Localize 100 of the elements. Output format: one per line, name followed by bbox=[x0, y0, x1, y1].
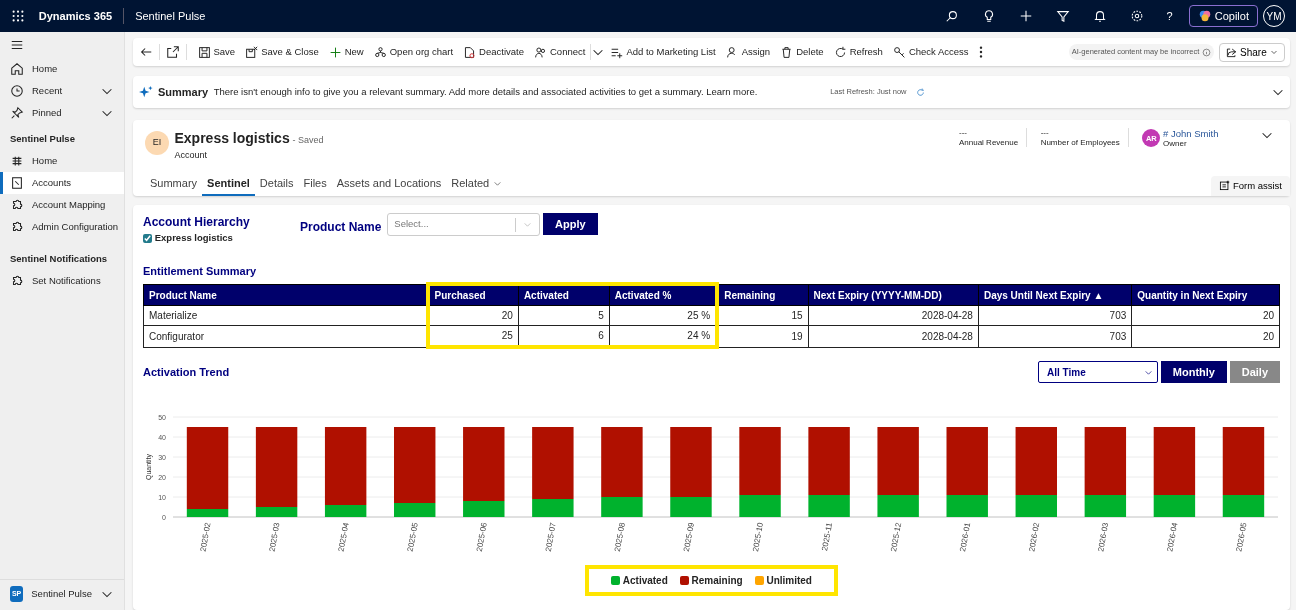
puzzle-icon bbox=[10, 198, 24, 212]
tick-label: 2026-03 bbox=[1096, 522, 1111, 553]
tick-label: 2025-05 bbox=[405, 522, 420, 553]
tab[interactable]: Files bbox=[298, 172, 332, 196]
select-placeholder: Select... bbox=[394, 217, 430, 232]
area-name: Sentinel Pulse bbox=[31, 586, 92, 601]
tick-label: 2025-08 bbox=[612, 522, 627, 553]
nav-item[interactable]: Home bbox=[0, 57, 124, 80]
tick-label: 2025-03 bbox=[267, 522, 282, 553]
plus-icon bbox=[328, 45, 342, 59]
column-header: Quantity in Next Expiry bbox=[1131, 284, 1280, 306]
command-button[interactable]: Connect bbox=[529, 44, 591, 60]
record-avatar: EI bbox=[145, 131, 169, 155]
field-value: --- bbox=[959, 128, 968, 138]
tick-label: 2026-02 bbox=[1027, 522, 1042, 553]
owner-link[interactable]: # John Smith bbox=[1163, 128, 1219, 140]
record-name: Express logistics bbox=[174, 129, 290, 148]
command-button[interactable]: Add to Marketing List bbox=[605, 44, 721, 60]
column-header: Next Expiry (YYYY-MM-DD) bbox=[808, 284, 979, 306]
help-button[interactable]: ? bbox=[1166, 7, 1173, 25]
plus-icon[interactable] bbox=[1018, 9, 1033, 23]
nav-item[interactable]: Set Notifications bbox=[0, 270, 124, 293]
save-close-icon bbox=[245, 45, 259, 59]
tab[interactable]: Related bbox=[446, 172, 508, 196]
refresh-icon bbox=[833, 45, 847, 59]
table-cell: 703 bbox=[978, 305, 1132, 326]
form-icon bbox=[1219, 180, 1231, 192]
tick-label: 2025-06 bbox=[474, 522, 489, 553]
tab[interactable]: Details bbox=[254, 172, 299, 196]
tick-label: 2026-01 bbox=[958, 522, 973, 553]
field-label: Annual Revenue bbox=[959, 137, 1019, 148]
command-button[interactable]: New bbox=[323, 44, 369, 60]
nav-item[interactable]: Account Mapping bbox=[0, 194, 124, 216]
column-header: Product Name bbox=[143, 284, 428, 306]
home-icon bbox=[10, 61, 24, 76]
table-cell: 20 bbox=[427, 305, 519, 326]
tab[interactable]: Assets and Locations bbox=[331, 172, 447, 196]
share-button[interactable]: Share bbox=[1219, 42, 1285, 62]
table-cell: 703 bbox=[978, 325, 1132, 348]
range-select[interactable]: All Time bbox=[1038, 361, 1159, 384]
summary-title: Summary bbox=[158, 84, 209, 100]
toggle-button[interactable]: Daily bbox=[1229, 361, 1280, 384]
pop-out-icon[interactable] bbox=[165, 45, 180, 59]
toggle-button[interactable]: Monthly bbox=[1160, 361, 1227, 384]
group-title: Sentinel Notifications bbox=[9, 252, 109, 266]
chevron-icon bbox=[523, 220, 533, 229]
save-status: - Saved bbox=[292, 134, 324, 147]
tick-label: 2025-10 bbox=[751, 522, 765, 553]
command-button[interactable]: Delete bbox=[775, 44, 829, 60]
command-button[interactable]: Deactivate bbox=[458, 44, 529, 60]
app-name[interactable]: Sentinel Pulse bbox=[135, 7, 206, 25]
section-title: Activation Trend bbox=[143, 365, 230, 380]
command-button[interactable]: Refresh bbox=[828, 44, 888, 60]
tick-label: 2025-11 bbox=[820, 522, 835, 552]
nav-item[interactable]: Home bbox=[0, 150, 124, 172]
filter-label: Product Name bbox=[300, 219, 382, 236]
app-launcher-icon[interactable] bbox=[11, 9, 25, 23]
copilot-button[interactable]: Copilot bbox=[1189, 5, 1258, 27]
table-cell: 19 bbox=[717, 325, 809, 348]
column-header: Days Until Next Expiry ▲ bbox=[978, 284, 1132, 306]
tick-label: 2025-09 bbox=[682, 522, 696, 553]
form-assist-button[interactable]: Form assist bbox=[1211, 175, 1290, 196]
table-cell: 25 % bbox=[609, 305, 718, 326]
notification-icon[interactable] bbox=[1092, 9, 1107, 23]
table-cell: 25 bbox=[427, 325, 519, 348]
tick-label: 2025-12 bbox=[889, 522, 904, 553]
settings-icon[interactable] bbox=[1129, 9, 1144, 23]
chevron-icon bbox=[1269, 48, 1278, 56]
search-icon[interactable] bbox=[944, 9, 959, 23]
chevron-icon bbox=[493, 179, 503, 189]
command-button[interactable]: Save & Close bbox=[240, 44, 324, 60]
command-button[interactable]: Check Access bbox=[887, 44, 974, 60]
filter-icon[interactable] bbox=[1055, 9, 1070, 23]
column-header: Remaining bbox=[717, 284, 809, 306]
field-label: Number of Employees bbox=[1040, 137, 1120, 148]
table-cell: 24 % bbox=[609, 325, 718, 348]
grid-icon bbox=[10, 154, 24, 168]
nav-item[interactable]: Admin Configuration bbox=[0, 216, 124, 238]
column-header: Activated bbox=[518, 284, 610, 306]
command-button[interactable]: Assign bbox=[720, 44, 776, 60]
nav-item[interactable]: Recent bbox=[0, 79, 124, 102]
apply-button[interactable]: Apply bbox=[543, 213, 598, 235]
owner-label: Owner bbox=[1163, 139, 1188, 149]
back-icon[interactable] bbox=[138, 45, 153, 59]
copilot-icon bbox=[1198, 9, 1212, 23]
product-select[interactable]: Select... bbox=[387, 213, 541, 236]
field-value: --- bbox=[1040, 128, 1050, 138]
table-cell: Configurator bbox=[143, 325, 428, 348]
tab[interactable]: Sentinel bbox=[202, 172, 255, 196]
nav-item[interactable]: Pinned bbox=[0, 101, 124, 124]
entity-type: Account bbox=[174, 149, 209, 162]
command-button[interactable]: Open org chart bbox=[368, 44, 459, 60]
nav-item[interactable]: Accounts bbox=[0, 172, 124, 194]
command-button[interactable]: Save bbox=[192, 44, 241, 60]
tab[interactable]: Summary bbox=[145, 172, 203, 196]
table-cell: 2028-04-28 bbox=[808, 325, 979, 348]
info-icon bbox=[1202, 47, 1212, 57]
app-title[interactable]: Dynamics 365 bbox=[38, 7, 113, 25]
column-header: Activated % bbox=[609, 284, 718, 306]
checkbox[interactable] bbox=[143, 233, 152, 243]
